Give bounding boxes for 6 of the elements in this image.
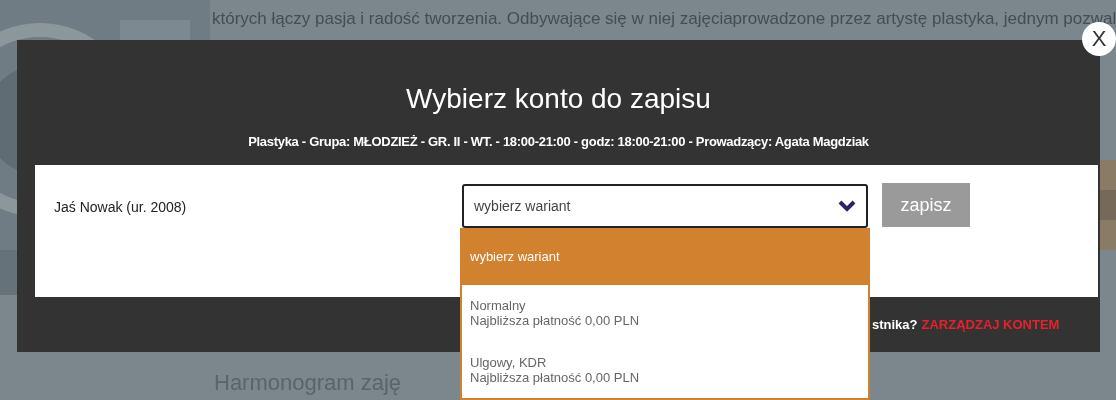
modal-subtitle: Plastyka - Grupa: MŁODZIEŻ - GR. II - WT. - 18:00-21:00 - godz: 18:00-21:00 - Prowadzący: Agata Magdziak: [247, 133, 870, 151]
variant-select[interactable]: wybierz wariant: [462, 184, 868, 228]
modal-title: Wybierz konto do zapisu: [405, 82, 712, 116]
footer-question: stnika?: [872, 316, 918, 334]
account-name: Jaś Nowak (ur. 2008): [54, 198, 187, 217]
chevron-down-icon: [838, 200, 856, 212]
